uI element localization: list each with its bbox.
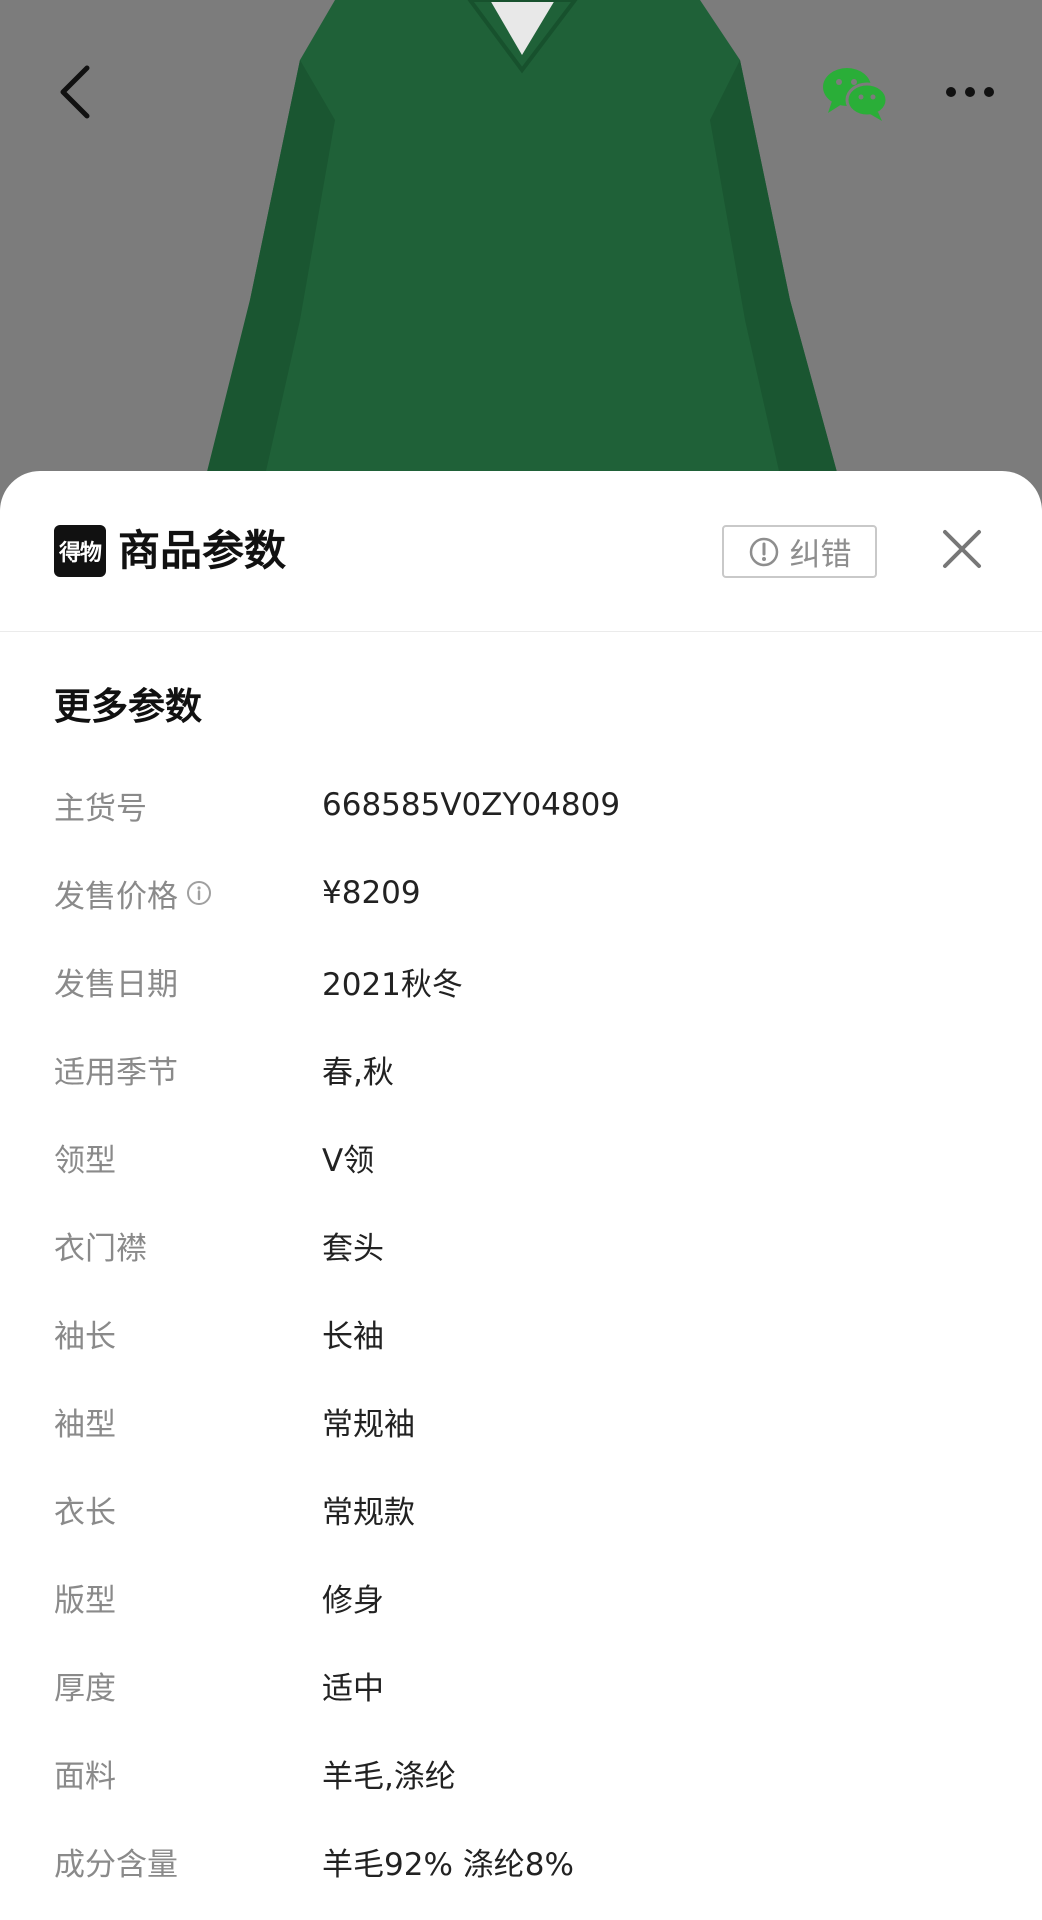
param-label-text: 衣门襟 bbox=[54, 1230, 147, 1267]
wechat-share-button[interactable] bbox=[815, 58, 895, 128]
param-label: 版型 bbox=[54, 1575, 322, 1620]
param-label-text: 面料 bbox=[54, 1758, 116, 1795]
param-value: 668585V0ZY04809 bbox=[322, 787, 621, 823]
param-label-text: 主货号 bbox=[54, 790, 147, 827]
param-label-text: 适用季节 bbox=[54, 1054, 178, 1091]
params-list: 主货号 668585V0ZY04809 发售价格 ¥8209 发售日期 2021… bbox=[54, 761, 994, 1905]
sheet-title: 商品参数 bbox=[118, 526, 287, 575]
param-label-text: 发售日期 bbox=[54, 966, 178, 1003]
more-button[interactable] bbox=[935, 62, 1005, 122]
params-sheet: 得物 商品参数 纠错 更多参数 主货号 668585V0ZY04809 发售价格… bbox=[0, 471, 1042, 1920]
info-circle-icon[interactable] bbox=[186, 880, 212, 906]
param-row: 主货号 668585V0ZY04809 bbox=[54, 761, 994, 849]
brand-logo: 得物 bbox=[54, 525, 106, 577]
param-label: 适用季节 bbox=[54, 1047, 322, 1092]
param-label-text: 领型 bbox=[54, 1142, 116, 1179]
more-dots-icon bbox=[946, 87, 994, 97]
param-label-text: 袖长 bbox=[54, 1318, 116, 1355]
param-label-text: 厚度 bbox=[54, 1670, 116, 1707]
chevron-left-icon bbox=[60, 65, 90, 119]
product-params-screen: 得物 商品参数 纠错 更多参数 主货号 668585V0ZY04809 发售价格… bbox=[0, 0, 1042, 1920]
param-label: 衣长 bbox=[54, 1487, 322, 1532]
report-error-label: 纠错 bbox=[789, 537, 852, 573]
param-label: 袖长 bbox=[54, 1311, 322, 1356]
param-label-text: 袖型 bbox=[54, 1406, 116, 1443]
param-label: 发售日期 bbox=[54, 959, 322, 1004]
param-label: 面料 bbox=[54, 1751, 322, 1796]
param-row: 面料 羊毛,涤纶 bbox=[54, 1729, 994, 1817]
param-value: 常规款 bbox=[322, 1494, 415, 1531]
param-value: 春,秋 bbox=[322, 1054, 394, 1091]
param-row: 领型 V领 bbox=[54, 1113, 994, 1201]
param-row: 袖长 长袖 bbox=[54, 1289, 994, 1377]
param-label-text: 版型 bbox=[54, 1582, 116, 1619]
param-value: 羊毛92% 涤纶8% bbox=[322, 1846, 574, 1883]
param-row: 衣门襟 套头 bbox=[54, 1201, 994, 1289]
param-label-text: 成分含量 bbox=[54, 1846, 178, 1883]
param-label: 厚度 bbox=[54, 1663, 322, 1708]
param-row: 袖型 常规袖 bbox=[54, 1377, 994, 1465]
param-value: 2021秋冬 bbox=[322, 966, 463, 1003]
param-value: 羊毛,涤纶 bbox=[322, 1758, 456, 1795]
param-label: 衣门襟 bbox=[54, 1223, 322, 1268]
param-value: 适中 bbox=[322, 1670, 384, 1707]
param-label: 领型 bbox=[54, 1135, 322, 1180]
param-value: 常规袖 bbox=[322, 1406, 415, 1443]
param-row: 衣长 常规款 bbox=[54, 1465, 994, 1553]
param-label: 发售价格 bbox=[54, 871, 322, 916]
param-label: 主货号 bbox=[54, 783, 322, 828]
param-value: 修身 bbox=[322, 1582, 384, 1619]
close-button[interactable] bbox=[930, 517, 994, 581]
param-row: 成分含量 羊毛92% 涤纶8% bbox=[54, 1817, 994, 1905]
param-label-text: 衣长 bbox=[54, 1494, 116, 1531]
param-row: 版型 修身 bbox=[54, 1553, 994, 1641]
param-label: 成分含量 bbox=[54, 1839, 322, 1884]
back-button[interactable] bbox=[40, 52, 110, 132]
report-error-button[interactable]: 纠错 bbox=[722, 525, 877, 578]
param-value: 长袖 bbox=[322, 1318, 384, 1355]
param-value: ¥8209 bbox=[322, 875, 421, 911]
close-icon bbox=[943, 530, 981, 568]
wechat-icon bbox=[823, 68, 889, 121]
param-value: V领 bbox=[322, 1142, 375, 1179]
sheet-header: 得物 商品参数 纠错 bbox=[0, 471, 1042, 632]
param-label: 袖型 bbox=[54, 1399, 322, 1444]
param-row: 厚度 适中 bbox=[54, 1641, 994, 1729]
param-row: 发售价格 ¥8209 bbox=[54, 849, 994, 937]
section-title: 更多参数 bbox=[54, 685, 202, 728]
param-label-text: 发售价格 bbox=[54, 878, 178, 915]
param-row: 发售日期 2021秋冬 bbox=[54, 937, 994, 1025]
param-value: 套头 bbox=[322, 1230, 384, 1267]
param-row: 适用季节 春,秋 bbox=[54, 1025, 994, 1113]
exclamation-circle-icon bbox=[749, 537, 778, 566]
